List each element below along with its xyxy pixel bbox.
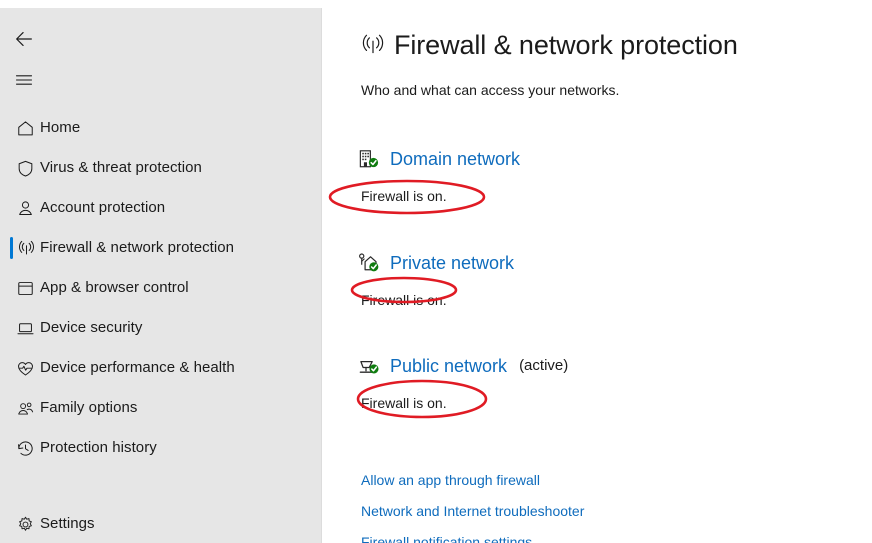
page-header: Firewall & network protection — [360, 28, 738, 62]
sidebar-item-app-browser-control[interactable]: App & browser control — [0, 268, 322, 308]
network-heading: Private network — [322, 251, 872, 275]
sidebar-item-label: Device security — [40, 319, 143, 336]
sidebar-item-label: Virus & threat protection — [40, 159, 202, 176]
sidebar-item-home[interactable]: Home — [0, 108, 322, 148]
sidebar-item-account-protection[interactable]: Account protection — [0, 188, 322, 228]
domain-network-status: Firewall is on. — [361, 188, 447, 204]
browser-window-icon — [10, 279, 40, 298]
laptop-icon — [10, 319, 40, 338]
page-title: Firewall & network protection — [394, 30, 738, 60]
network-section-private: Private network Firewall is on. — [322, 251, 872, 308]
sidebar-item-label: Family options — [40, 399, 138, 416]
sidebar-settings-row[interactable]: Settings — [0, 504, 322, 543]
sidebar-item-label: Account protection — [40, 199, 166, 216]
network-section-public: Public network (active) Firewall is on. — [322, 354, 872, 411]
gear-icon — [10, 515, 40, 534]
private-network-status: Firewall is on. — [361, 292, 447, 308]
public-network-link[interactable]: Public network — [390, 354, 507, 378]
sidebar-item-label: Protection history — [40, 439, 157, 456]
arrow-left-icon — [16, 31, 32, 47]
firewall-notification-settings-link[interactable]: Firewall notification settings — [361, 533, 584, 543]
sidebar-nav-list: Home Virus & threat protection Account p… — [0, 108, 322, 468]
hamburger-icon — [15, 75, 33, 85]
network-section-domain: Domain network Firewall is on. — [322, 147, 872, 204]
sidebar-item-label: App & browser control — [40, 279, 189, 296]
network-heading: Public network (active) — [322, 354, 872, 378]
wifi-signal-icon — [10, 239, 40, 258]
clock-history-icon — [10, 439, 40, 458]
sidebar-item-firewall-network-protection[interactable]: Firewall & network protection — [0, 228, 322, 268]
sidebar-item-virus-threat-protection[interactable]: Virus & threat protection — [0, 148, 322, 188]
person-icon — [10, 199, 40, 218]
allow-app-through-firewall-link[interactable]: Allow an app through firewall — [361, 471, 584, 490]
sidebar-item-label: Device performance & health — [40, 359, 235, 376]
page-subtitle: Who and what can access your networks. — [361, 82, 620, 98]
sidebar-item-label: Settings — [40, 515, 95, 532]
menu-button[interactable] — [0, 60, 48, 100]
sidebar: Home Virus & threat protection Account p… — [0, 8, 322, 543]
sidebar-item-family-options[interactable]: Family options — [0, 388, 322, 428]
public-network-status: Firewall is on. — [361, 395, 447, 411]
house-check-icon — [358, 253, 390, 273]
firewall-links: Allow an app through firewall Network an… — [361, 471, 584, 543]
shield-icon — [10, 159, 40, 178]
people-group-icon — [10, 399, 40, 418]
heart-pulse-icon — [10, 359, 40, 378]
network-heading: Domain network — [322, 147, 872, 171]
sidebar-item-protection-history[interactable]: Protection history — [0, 428, 322, 468]
private-network-link[interactable]: Private network — [390, 251, 514, 275]
windows-security-window: Home Virus & threat protection Account p… — [0, 0, 872, 543]
sidebar-item-device-security[interactable]: Device security — [0, 308, 322, 348]
home-icon — [10, 119, 40, 138]
back-button[interactable] — [0, 19, 48, 59]
sidebar-item-label: Firewall & network protection — [40, 239, 235, 256]
public-bench-check-icon — [358, 356, 390, 376]
domain-network-link[interactable]: Domain network — [390, 147, 520, 171]
sidebar-item-device-performance-health[interactable]: Device performance & health — [0, 348, 322, 388]
sidebar-item-settings: Settings — [0, 504, 322, 543]
network-internet-troubleshooter-link[interactable]: Network and Internet troubleshooter — [361, 502, 584, 521]
main-content: Firewall & network protection Who and wh… — [322, 0, 872, 543]
selected-indicator — [10, 237, 13, 259]
wifi-signal-icon — [360, 32, 394, 58]
office-building-check-icon — [358, 149, 390, 169]
public-network-active-tag: (active) — [519, 357, 569, 374]
sidebar-item-label: Home — [40, 119, 81, 136]
